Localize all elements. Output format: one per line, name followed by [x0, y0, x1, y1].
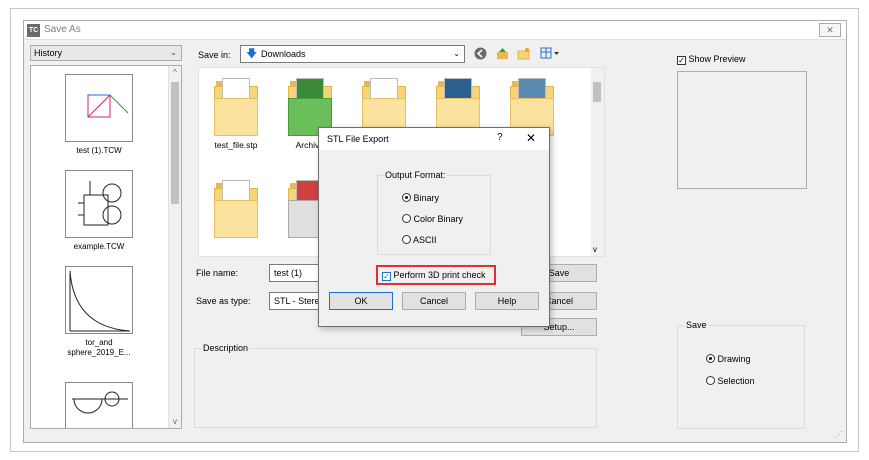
- help-button[interactable]: Help: [475, 292, 539, 310]
- ascii-radio[interactable]: ASCII: [402, 235, 437, 245]
- stl-dialog-title: STL File Export: [327, 134, 389, 144]
- color-binary-radio[interactable]: Color Binary: [402, 214, 463, 224]
- folder-icon: [214, 180, 258, 238]
- up-folder-icon[interactable]: [495, 47, 509, 61]
- radio-button[interactable]: [402, 193, 411, 202]
- history-item[interactable]: [37, 382, 161, 428]
- output-format-label: Output Format:: [384, 170, 447, 180]
- selection-radio[interactable]: Selection: [706, 376, 755, 386]
- history-dropdown-value: History: [34, 48, 63, 58]
- history-scrollbar[interactable]: ^ v: [168, 66, 181, 428]
- view-menu-icon[interactable]: [540, 47, 560, 61]
- close-icon[interactable]: ✕: [819, 23, 841, 37]
- file-item[interactable]: test_file.stp: [201, 78, 271, 150]
- radio-button[interactable]: [706, 354, 715, 363]
- save-as-type-label: Save as type:: [196, 296, 251, 306]
- resize-grip-icon[interactable]: ⋰: [835, 430, 843, 439]
- history-item[interactable]: test (1).TCW: [37, 74, 161, 156]
- back-icon[interactable]: [473, 47, 487, 61]
- drawing-thumbnail: [65, 266, 133, 334]
- ascii-label: ASCII: [413, 235, 437, 245]
- download-arrow-icon: 🡇: [246, 48, 258, 60]
- show-preview-checkbox[interactable]: ✓ Show Preview: [677, 54, 746, 65]
- print-check-checkbox[interactable]: ✓ Perform 3D print check: [382, 270, 486, 281]
- scroll-down-icon[interactable]: v: [169, 417, 181, 426]
- title-bar: TC Save As ✕: [24, 21, 846, 40]
- description-label: Description: [201, 343, 251, 353]
- chevron-down-icon: ⌄: [453, 49, 460, 58]
- checkbox[interactable]: ✓: [677, 56, 686, 65]
- ok-button[interactable]: OK: [329, 292, 393, 310]
- scrollbar-thumb[interactable]: [593, 82, 601, 102]
- output-format-group: Output Format: Binary Color Binary ASCII: [377, 170, 491, 255]
- description-group: Description: [194, 343, 597, 428]
- stl-dialog-title-bar: STL File Export ? ✕: [319, 128, 549, 150]
- drawing-radio[interactable]: Drawing: [706, 354, 751, 364]
- binary-label: Binary: [413, 193, 440, 203]
- radio-button[interactable]: [402, 214, 411, 223]
- drawing-thumbnail: [65, 382, 133, 428]
- close-icon[interactable]: ✕: [526, 131, 536, 145]
- history-item-label: test (1).TCW: [76, 146, 122, 155]
- history-item[interactable]: example.TCW: [37, 170, 161, 252]
- history-item[interactable]: tor_and sphere_2019_E...: [37, 266, 161, 358]
- app-icon: TC: [27, 24, 40, 37]
- file-item[interactable]: [201, 180, 271, 242]
- save-group: Save Drawing Selection: [677, 320, 805, 429]
- radio-button[interactable]: [402, 235, 411, 244]
- drawing-label: Drawing: [717, 354, 751, 364]
- scrollbar-thumb[interactable]: [171, 82, 179, 204]
- window-title: Save As: [44, 24, 81, 35]
- scroll-up-icon[interactable]: ^: [169, 68, 181, 77]
- history-thumbnail-list[interactable]: test (1).TCW example.TCW tor_and sphere_…: [30, 65, 182, 429]
- history-dropdown[interactable]: History ⌄: [30, 45, 182, 61]
- cancel-button[interactable]: Cancel: [402, 292, 466, 310]
- radio-button[interactable]: [706, 376, 715, 385]
- show-preview-label: Show Preview: [688, 54, 746, 64]
- save-group-title: Save: [684, 320, 709, 330]
- save-in-value: Downloads: [261, 49, 306, 59]
- drawing-thumbnail: [65, 170, 133, 238]
- scroll-down-icon[interactable]: v: [593, 245, 597, 254]
- checkbox[interactable]: ✓: [382, 272, 391, 281]
- color-binary-label: Color Binary: [413, 214, 464, 224]
- print-check-highlight: ✓ Perform 3D print check: [376, 265, 496, 285]
- chevron-down-icon: ⌄: [170, 48, 177, 57]
- save-in-label: Save in:: [198, 50, 231, 60]
- binary-radio[interactable]: Binary: [402, 193, 439, 203]
- selection-label: Selection: [717, 376, 755, 386]
- new-folder-icon[interactable]: [516, 47, 530, 61]
- file-name-label: File name:: [196, 268, 239, 278]
- help-icon[interactable]: ?: [497, 132, 503, 143]
- folder-icon: [214, 78, 258, 136]
- drawing-thumbnail: [65, 74, 133, 142]
- history-item-label: example.TCW: [73, 242, 125, 251]
- file-name-label: test_file.stp: [214, 140, 258, 150]
- preview-area: [677, 71, 807, 189]
- print-check-label: Perform 3D print check: [393, 270, 486, 280]
- history-item-label: tor_and sphere_2019_E...: [67, 338, 131, 357]
- save-in-dropdown[interactable]: 🡇 Downloads ⌄: [240, 45, 465, 63]
- stl-export-dialog: STL File Export ? ✕ Output Format: Binar…: [318, 127, 550, 327]
- file-list-scrollbar[interactable]: v: [591, 68, 604, 256]
